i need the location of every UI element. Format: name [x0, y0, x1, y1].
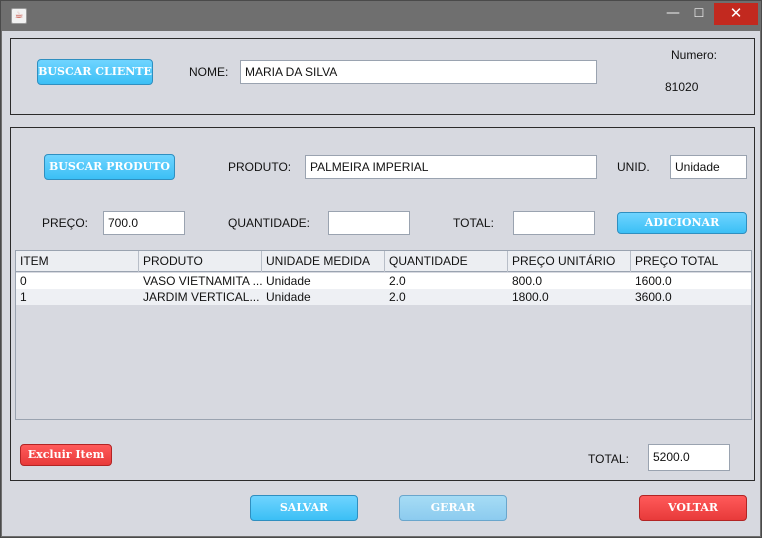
form-content: BUSCAR CLIENTE NOME: MARIA DA SILVA Nume… — [2, 31, 760, 536]
table-cell: 800.0 — [512, 274, 543, 288]
client-name-field[interactable]: MARIA DA SILVA — [240, 60, 597, 84]
column-header[interactable]: PREÇO UNITÁRIO — [508, 251, 631, 272]
table-cell: Unidade — [266, 274, 311, 288]
price-label: PREÇO: — [42, 216, 89, 230]
minimize-icon[interactable]: — — [659, 3, 687, 25]
table-cell: 1600.0 — [635, 274, 672, 288]
product-name-field[interactable]: PALMEIRA IMPERIAL — [305, 155, 597, 179]
unit-field[interactable]: Unidade — [670, 155, 747, 179]
items-table[interactable]: ITEM PRODUTO UNIDADE MEDIDA QUANTIDADE P… — [15, 250, 752, 420]
app-window: ☕ — ☐ ✕ BUSCAR CLIENTE NOME: MARIA DA SI… — [0, 0, 762, 538]
table-row[interactable]: 1 JARDIM VERTICAL... Unidade 2.0 1800.0 … — [16, 289, 751, 305]
table-cell: Unidade — [266, 290, 311, 304]
unit-label: UNID. — [617, 160, 650, 174]
save-button[interactable]: SALVAR — [250, 495, 358, 521]
table-cell: 0 — [20, 274, 27, 288]
column-header[interactable]: QUANTIDADE — [385, 251, 508, 272]
table-cell: 3600.0 — [635, 290, 672, 304]
price-field[interactable]: 700.0 — [103, 211, 185, 235]
table-cell: JARDIM VERTICAL... — [143, 290, 260, 304]
name-label: NOME: — [189, 65, 229, 79]
number-value: 81020 — [665, 80, 699, 94]
column-header[interactable]: UNIDADE MEDIDA — [262, 251, 385, 272]
column-header[interactable]: ITEM — [16, 251, 139, 272]
item-total-label: TOTAL: — [453, 216, 494, 230]
number-label: Numero: — [671, 48, 718, 62]
table-header: ITEM PRODUTO UNIDADE MEDIDA QUANTIDADE P… — [16, 251, 751, 272]
search-client-button[interactable]: BUSCAR CLIENTE — [37, 59, 153, 85]
table-row[interactable]: 0 VASO VIETNAMITA ... Unidade 2.0 800.0 … — [16, 273, 751, 289]
table-cell: VASO VIETNAMITA ... — [143, 274, 262, 288]
delete-item-button[interactable]: Excluir Item — [20, 444, 112, 466]
item-total-field[interactable] — [513, 211, 595, 235]
title-bar[interactable]: ☕ — ☐ ✕ — [1, 1, 761, 31]
search-product-button[interactable]: BUSCAR PRODUTO — [44, 154, 175, 180]
maximize-icon[interactable]: ☐ — [685, 3, 713, 25]
column-header[interactable]: PRODUTO — [139, 251, 262, 272]
product-label: PRODUTO: — [228, 160, 292, 174]
generate-button[interactable]: GERAR — [399, 495, 507, 521]
java-coffee-icon: ☕ — [11, 8, 27, 24]
client-panel: BUSCAR CLIENTE NOME: MARIA DA SILVA Nume… — [10, 38, 755, 115]
close-icon[interactable]: ✕ — [714, 3, 758, 25]
table-cell: 1 — [20, 290, 27, 304]
column-header[interactable]: PREÇO TOTAL — [631, 251, 751, 272]
add-button[interactable]: ADICIONAR — [617, 212, 747, 234]
table-cell: 2.0 — [389, 274, 406, 288]
table-cell: 1800.0 — [512, 290, 549, 304]
quantity-label: QUANTIDADE: — [228, 216, 311, 230]
grand-total-label: TOTAL: — [588, 452, 629, 466]
table-cell: 2.0 — [389, 290, 406, 304]
quantity-field[interactable] — [328, 211, 410, 235]
grand-total-field[interactable]: 5200.0 — [648, 444, 730, 471]
back-button[interactable]: VOLTAR — [639, 495, 747, 521]
product-panel: BUSCAR PRODUTO PRODUTO: PALMEIRA IMPERIA… — [10, 127, 755, 481]
